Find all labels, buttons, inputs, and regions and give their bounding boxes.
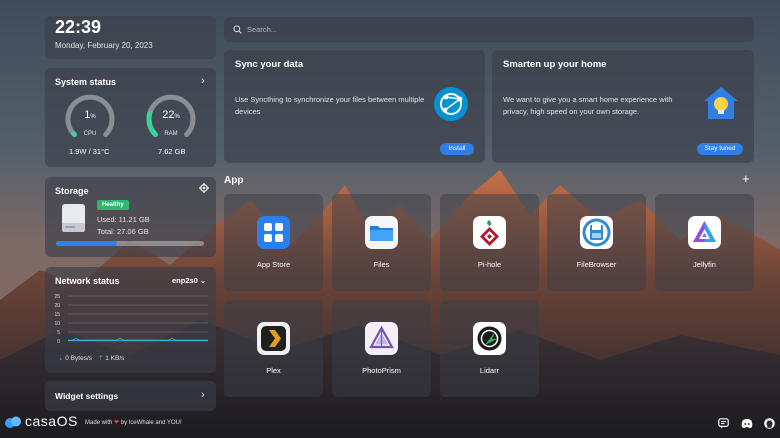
discord-icon[interactable]	[741, 418, 753, 429]
download-legend: ⇣ 0 Bytes/s	[58, 355, 92, 362]
app-name: Plex	[266, 366, 281, 375]
gear-icon[interactable]	[199, 183, 209, 193]
chevron-right-icon[interactable]: ›	[201, 75, 205, 87]
app-tile-photoprism[interactable]: PhotoPrism	[332, 300, 431, 397]
casaos-logo-icon	[5, 416, 21, 428]
storage-total: Total: 27.06 GB	[97, 227, 149, 236]
github-icon[interactable]	[764, 418, 775, 429]
card-description: Use Syncthing to synchronize your files …	[235, 95, 425, 116]
interface-select[interactable]: enp2s0 ⌄	[172, 276, 206, 285]
made-with-text: Made with ❤ by IceWhale and YOU!	[85, 420, 182, 426]
app-name: PhotoPrism	[362, 366, 401, 375]
y-tick-label: 25	[54, 294, 60, 300]
widget-settings-button[interactable]: Widget settings ›	[45, 381, 216, 411]
clock-time: 22:39	[55, 17, 102, 37]
install-button[interactable]: Install	[440, 143, 474, 155]
pihole-icon	[473, 216, 506, 249]
app-tile-filebrowser[interactable]: FileBrowser	[547, 194, 646, 291]
ram-detail: 7.62 GB	[158, 147, 186, 156]
status-badge: Healthy	[97, 200, 129, 210]
storage-title: Storage	[55, 186, 89, 196]
network-chart: 25 20 15 10 5 0	[54, 294, 208, 344]
storage-usage-fill	[56, 241, 118, 246]
app-store-icon	[257, 216, 290, 249]
heart-icon: ❤	[114, 420, 120, 426]
brand-name: casaOS	[25, 413, 78, 429]
photoprism-icon	[365, 322, 398, 355]
stay-tuned-button[interactable]: Stay tuned	[697, 143, 743, 155]
system-status-widget: System status › 1% CPU 1.9W / 31°C 22% R…	[45, 68, 216, 167]
lidarr-icon	[473, 322, 506, 355]
upload-series-line	[68, 338, 208, 341]
system-status-title: System status	[55, 77, 117, 87]
app-name: Pi-hole	[477, 260, 502, 269]
cpu-gauge: 1% CPU	[65, 94, 115, 144]
ram-label: RAM	[164, 131, 178, 137]
widget-settings-label: Widget settings	[55, 391, 119, 401]
cpu-detail: 1.9W / 31°C	[69, 147, 110, 156]
chevron-right-icon: ›	[201, 389, 205, 401]
upload-legend: ⇡ 1 KB/s	[98, 355, 125, 362]
filebrowser-icon	[580, 216, 613, 249]
cpu-label: CPU	[83, 131, 97, 137]
app-name: App Store	[256, 260, 291, 269]
clock-widget: 22:39 Monday, February 20, 2023	[45, 16, 216, 59]
card-title: Sync your data	[235, 59, 304, 70]
download-icon: ⇣	[58, 355, 64, 362]
clock-date: Monday, February 20, 2023	[55, 41, 153, 50]
app-tile-jellyfin[interactable]: Jellyfin	[655, 194, 754, 291]
y-tick-label: 0	[57, 339, 60, 344]
app-name: Jellyfin	[693, 260, 716, 269]
app-tile-pi-hole[interactable]: Pi-hole	[440, 194, 539, 291]
syncthing-icon	[434, 87, 468, 121]
app-name: Files	[373, 260, 390, 269]
app-tile-files[interactable]: Files	[332, 194, 431, 291]
plex-icon	[257, 322, 290, 355]
app-name: FileBrowser	[576, 260, 617, 269]
storage-used: Used: 11.21 GB	[97, 215, 150, 224]
chat-icon[interactable]	[718, 418, 729, 429]
y-tick-label: 10	[54, 321, 60, 327]
folder-icon	[365, 216, 398, 249]
upload-icon: ⇡	[98, 355, 104, 362]
storage-usage-bar	[56, 241, 204, 246]
cpu-value: 1%	[84, 109, 96, 121]
y-tick-label: 20	[54, 303, 60, 309]
search-bar[interactable]	[224, 17, 754, 42]
ram-gauge: 22% RAM	[146, 94, 196, 144]
network-status-title: Network status	[55, 276, 120, 286]
search-input[interactable]	[224, 17, 754, 42]
card-description: We want to give you a smart home experie…	[503, 95, 673, 116]
disk-icon	[62, 204, 85, 232]
app-tile-plex[interactable]: Plex	[224, 300, 323, 397]
ram-value: 22%	[162, 109, 180, 121]
add-app-icon[interactable]: +	[742, 171, 750, 186]
jellyfin-icon	[688, 216, 721, 249]
chevron-down-icon: ⌄	[199, 278, 206, 285]
smart-home-icon	[704, 87, 738, 119]
app-name: Lidarr	[479, 366, 500, 375]
card-title: Smarten up your home	[503, 59, 607, 70]
apps-section-title: App	[224, 175, 244, 186]
y-tick-label: 5	[57, 330, 60, 336]
app-tile-lidarr[interactable]: Lidarr	[440, 300, 539, 397]
app-tile-app-store[interactable]: App Store	[224, 194, 323, 291]
y-tick-label: 15	[54, 312, 60, 318]
